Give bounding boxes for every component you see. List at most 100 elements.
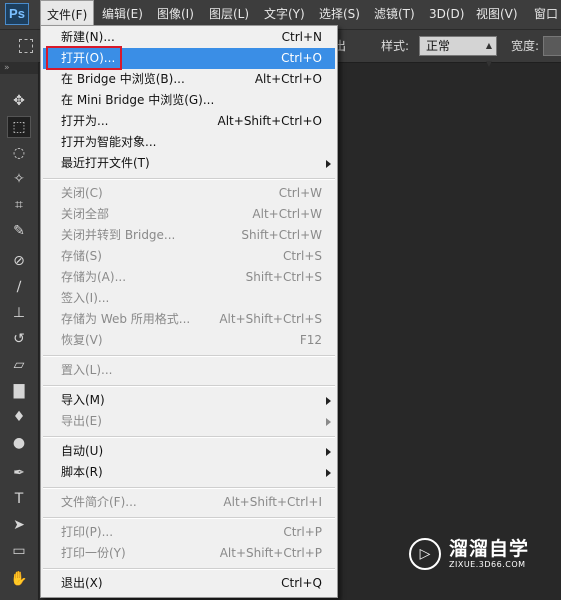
menu-separator [43, 436, 335, 438]
file-menu-item-label: 在 Mini Bridge 中浏览(G)... [61, 93, 215, 107]
file-menu-item: 存储(S) Ctrl+S [43, 246, 335, 267]
menu-separator [43, 487, 335, 489]
menu-item-8[interactable]: 视图(V) [470, 0, 524, 29]
tools-panel-collapse-icon[interactable]: » [0, 62, 38, 74]
style-label: 样式: [381, 39, 410, 53]
brush-tool-icon[interactable]: ∕ [7, 276, 31, 298]
eyedropper-tool-icon[interactable]: ✎ [7, 220, 31, 242]
menu-separator [43, 517, 335, 519]
file-menu-item-shortcut: Shift+Ctrl+W [241, 228, 322, 242]
stamp-tool-icon[interactable]: ⊥ [7, 302, 31, 324]
file-menu-item-shortcut: Ctrl+S [282, 249, 322, 263]
file-menu-item[interactable]: 新建(N)... Ctrl+N [43, 27, 335, 48]
file-menu-item-shortcut: Ctrl+Q [281, 576, 322, 590]
file-menu-item: 置入(L)... [43, 360, 335, 381]
file-menu-item[interactable]: 打开(O)... Ctrl+O [43, 46, 335, 70]
file-menu-item-shortcut: Alt+Shift+Ctrl+O [217, 114, 322, 128]
file-menu-item-label: 置入(L)... [61, 363, 113, 377]
eraser-tool-icon[interactable]: ▱ [7, 354, 31, 376]
file-menu-item-label: 退出(X) [61, 576, 103, 590]
submenu-arrow-icon [326, 418, 331, 426]
style-select-value: 正常 [426, 39, 451, 53]
menu-separator [43, 178, 335, 180]
file-menu-item-shortcut: Alt+Shift+Ctrl+S [219, 312, 322, 326]
file-menu-item[interactable]: 导入(M) [43, 390, 335, 411]
lasso-tool-icon[interactable]: ◌ [7, 142, 31, 164]
file-menu-item: 导出(E) [43, 411, 335, 432]
file-menu-item-shortcut: Alt+Shift+Ctrl+P [219, 546, 322, 560]
menu-item-9[interactable]: 窗口 [528, 0, 561, 29]
watermark-url: ZIXUE.3D66.COM [449, 560, 526, 569]
file-menu-item: 存储为 Web 所用格式... Alt+Shift+Ctrl+S [43, 309, 335, 330]
file-menu-item-label: 最近打开文件(T) [61, 156, 150, 170]
file-menu-item-shortcut: Alt+Shift+Ctrl+I [223, 495, 322, 509]
marquee-tool-icon[interactable]: ⬚ [7, 116, 31, 138]
file-menu-item[interactable]: 打开为... Alt+Shift+Ctrl+O [43, 111, 335, 132]
watermark-title: 溜溜自学 [449, 538, 530, 560]
file-menu-item: 文件简介(F)... Alt+Shift+Ctrl+I [43, 492, 335, 513]
watermark: ▷ 溜溜自学 ZIXUE.3D66.COM [409, 530, 529, 578]
dodge-tool-icon[interactable]: ● [7, 432, 31, 454]
shape-tool-icon[interactable]: ▭ [7, 540, 31, 562]
magic-wand-tool-icon[interactable]: ✧ [7, 168, 31, 190]
submenu-arrow-icon [326, 469, 331, 477]
submenu-arrow-icon [326, 397, 331, 405]
hand-tool-icon[interactable]: ✋ [7, 568, 31, 590]
file-menu-item-shortcut: Alt+Ctrl+O [254, 72, 322, 86]
file-menu-item-label: 文件简介(F)... [61, 495, 137, 509]
photoshop-logo-icon: Ps [5, 3, 29, 25]
file-menu-item-label: 签入(I)... [61, 291, 110, 305]
file-menu-item-label: 关闭(C) [61, 186, 103, 200]
file-menu-item-label: 存储(S) [61, 249, 102, 263]
pen-tool-icon[interactable]: ✒ [7, 462, 31, 484]
file-menu-item-label: 打开为智能对象... [61, 135, 157, 149]
file-menu-item[interactable]: 打开为智能对象... [43, 132, 335, 153]
width-input[interactable] [543, 36, 561, 56]
open-item-highlight-box [46, 46, 122, 70]
file-menu-item-label: 打开为... [61, 114, 109, 128]
menu-item-7[interactable]: 3D(D) [423, 0, 470, 29]
file-menu-item: 打印(P)... Ctrl+P [43, 522, 335, 543]
file-menu-item-shortcut: Shift+Ctrl+S [245, 270, 322, 284]
menu-separator [43, 355, 335, 357]
file-menu-item: 签入(I)... [43, 288, 335, 309]
file-menu-item: 存储为(A)... Shift+Ctrl+S [43, 267, 335, 288]
file-menu-item[interactable]: 在 Bridge 中浏览(B)... Alt+Ctrl+O [43, 69, 335, 90]
file-menu-item-label: 在 Bridge 中浏览(B)... [61, 72, 185, 86]
file-menu-item[interactable]: 退出(X) Ctrl+Q [43, 573, 335, 594]
menu-separator [43, 385, 335, 387]
file-menu-item-label: 打印(P)... [61, 525, 114, 539]
file-menu-item[interactable]: 最近打开文件(T) [43, 153, 335, 174]
menu-item-6[interactable]: 滤镜(T) [368, 0, 421, 29]
file-menu-item-shortcut: Ctrl+P [283, 525, 322, 539]
file-menu-item[interactable]: 脚本(R) [43, 462, 335, 483]
file-menu-item-label: 关闭并转到 Bridge... [61, 228, 176, 242]
file-menu-item-shortcut: F12 [299, 333, 322, 347]
blur-tool-icon[interactable]: ♦ [7, 406, 31, 428]
file-menu-item[interactable]: 在 Mini Bridge 中浏览(G)... [43, 90, 335, 111]
gradient-tool-icon[interactable]: ▇ [7, 380, 31, 402]
file-menu-item[interactable]: 自动(U) [43, 441, 335, 462]
file-menu-item-shortcut: Ctrl+N [281, 30, 322, 44]
file-menu-item-shortcut: Ctrl+O [281, 51, 322, 65]
file-menu-item: 关闭全部 Alt+Ctrl+W [43, 204, 335, 225]
marquee-options-icon[interactable] [19, 39, 33, 53]
file-menu-item-label: 脚本(R) [61, 465, 103, 479]
watermark-play-icon: ▷ [409, 538, 441, 570]
crop-tool-icon[interactable]: ⌗ [7, 194, 31, 216]
healing-brush-tool-icon[interactable]: ⊘ [7, 250, 31, 272]
history-brush-tool-icon[interactable]: ↺ [7, 328, 31, 350]
path-selection-tool-icon[interactable]: ➤ [7, 514, 31, 536]
file-menu-item-label: 存储为(A)... [61, 270, 127, 284]
file-menu-dropdown: 新建(N)... Ctrl+N 打开(O)... Ctrl+O 在 Bridge 中浏览… [40, 25, 338, 598]
style-select[interactable]: 正常 ▲ ▼ [419, 36, 497, 68]
select-caret-icon: ▲ ▼ [485, 41, 492, 68]
file-menu-item-label: 自动(U) [61, 444, 104, 458]
file-menu-item-label: 关闭全部 [61, 207, 110, 221]
file-menu-item-label: 打印一份(Y) [61, 546, 126, 560]
file-menu-item-label: 存储为 Web 所用格式... [61, 312, 191, 326]
file-menu-item: 恢复(V) F12 [43, 330, 335, 351]
move-tool-icon[interactable]: ✥ [7, 90, 31, 112]
file-menu-item-shortcut: Ctrl+W [278, 186, 322, 200]
type-tool-icon[interactable]: T [7, 488, 31, 510]
